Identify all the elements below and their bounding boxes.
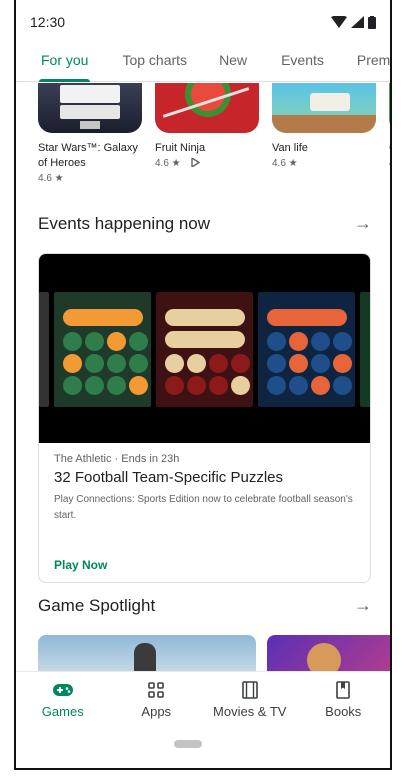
game-card[interactable]: Star Wars™: Galaxy of Heroes 4.6 ★ [38,83,142,184]
tab-new[interactable]: New [219,44,247,82]
game-title: Van life [272,142,308,154]
nav-label: Apps [141,704,172,719]
feed[interactable]: Star Wars™: Galaxy of Heroes 4.6 ★ Fruit… [16,83,390,671]
puzzle-panel [258,292,355,407]
game-icon [272,83,376,133]
game-icon [38,83,142,133]
nav-label: Games [41,704,84,719]
arrow-right-icon[interactable]: → [354,213,372,234]
game-rating: 4.6 ★ [38,173,64,184]
nav-games[interactable]: Games [16,672,110,729]
nav-label: Movies & TV [213,704,287,719]
play-pass-icon [191,156,201,169]
apps-grid-icon [148,680,165,700]
bookmark-book-icon [336,680,351,700]
tab-for-you[interactable]: For you [38,44,91,82]
puzzle-panel [54,292,151,407]
play-now-button[interactable]: Play Now [54,558,107,572]
game-card[interactable]: Van life 4.6 ★ [272,83,376,184]
film-icon [241,680,258,700]
event-details: The Athletic · Ends in 23h 32 Football T… [39,443,370,534]
event-meta: The Athletic · Ends in 23h [54,453,180,465]
home-gesture-bar[interactable] [174,740,202,748]
event-card[interactable]: The Athletic · Ends in 23h 32 Football T… [38,253,371,583]
tab-top-charts[interactable]: Top charts [122,44,187,82]
game-title: Gr [389,141,390,156]
game-card[interactable]: Fruit Ninja 4.6 ★ [155,83,259,184]
section-title: Events happening now [38,213,211,233]
game-title: Star Wars™: Galaxy of Heroes [38,142,138,169]
spotlight-carousel[interactable] [38,635,390,671]
event-banner-image [39,254,370,443]
nav-label: Books [325,704,362,719]
top-tabs: For you Top charts New Events Premi [16,44,390,82]
battery-icon [368,15,376,29]
game-icon [155,83,259,133]
spotlight-card[interactable] [267,635,390,671]
tab-premium[interactable]: Premi [357,44,390,82]
nav-books[interactable]: Books [297,672,391,729]
wifi-icon [331,16,347,28]
gamepad-icon [52,680,73,700]
nav-movies-tv[interactable]: Movies & TV [203,672,297,729]
clock: 12:30 [30,14,66,30]
game-rating: 4. [389,158,390,169]
spotlight-section-header[interactable]: Game Spotlight → [38,595,372,616]
arrow-right-icon[interactable]: → [354,595,372,616]
game-rating: 4.6 ★ [155,156,259,169]
game-icon [389,83,390,133]
tab-events[interactable]: Events [281,44,324,82]
cell-signal-icon [351,16,364,28]
nav-apps[interactable]: Apps [110,672,204,729]
event-description: Play Connections: Sports Edition now to … [54,494,353,521]
section-title: Game Spotlight [38,595,156,615]
event-title: 32 Football Team-Specific Puzzles [54,469,283,486]
status-bar: 12:30 [16,0,390,44]
puzzle-panel [156,292,253,407]
events-section-header[interactable]: Events happening now → [38,213,372,234]
phone-screen: 12:30 For you Top charts New Events Prem… [14,0,392,770]
game-title: Fruit Ninja [155,142,206,154]
game-card[interactable]: Gr 4. [389,83,390,184]
bottom-navigation: Games Apps Movies & TV Books [16,671,390,729]
status-icons [331,15,376,29]
game-rating: 4.6 ★ [272,158,298,169]
games-carousel[interactable]: Star Wars™: Galaxy of Heroes 4.6 ★ Fruit… [38,83,390,184]
spotlight-card[interactable] [38,635,256,671]
puzzle-panel [39,292,49,407]
puzzle-panel [360,292,370,407]
